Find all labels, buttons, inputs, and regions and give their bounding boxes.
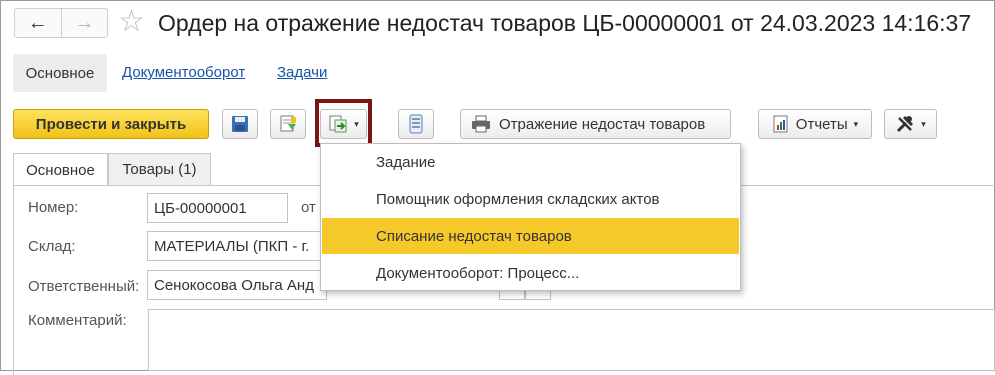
floppy-disk-icon [232, 116, 248, 132]
section-docflow-link[interactable]: Документооборот [122, 64, 245, 81]
printer-icon [472, 115, 490, 133]
reports-button[interactable]: Отчеты ▾ [758, 109, 872, 139]
tab-main[interactable]: Основное [13, 153, 108, 186]
responsible-field[interactable]: Сенокосова Ольга Анд [147, 270, 327, 300]
print-shortage-label: Отражение недостач товаров [499, 115, 706, 133]
post-document-icon [280, 115, 296, 132]
post-button[interactable] [270, 109, 306, 139]
report-icon [773, 115, 788, 133]
forward-arrow-icon[interactable]: → [62, 9, 108, 37]
document-structure-icon [409, 114, 423, 134]
page-title: Ордер на отражение недостач товаров ЦБ-0… [158, 10, 972, 36]
section-main[interactable]: Основное [13, 54, 107, 92]
menu-item-docflow-process[interactable]: Документооборот: Процесс... [322, 255, 739, 291]
post-and-close-button[interactable]: Провести и закрыть [13, 109, 209, 139]
warehouse-label: Склад: [28, 238, 76, 255]
back-arrow-icon[interactable]: ← [15, 9, 62, 37]
more-caret-icon: ▾ [921, 118, 926, 129]
menu-item-task[interactable]: Задание [322, 144, 739, 180]
form-border [13, 185, 14, 375]
menu-item-warehouse-acts-assistant[interactable]: Помощник оформления складских актов [322, 181, 739, 217]
more-actions-button[interactable]: ▾ [884, 109, 937, 139]
comment-label: Комментарий: [28, 312, 127, 329]
section-tasks-link[interactable]: Задачи [277, 64, 327, 81]
reports-caret-icon: ▾ [853, 118, 859, 129]
navigation-buttons: ← → [14, 8, 108, 38]
highlight-frame [315, 99, 372, 147]
reports-label: Отчеты [795, 115, 848, 133]
print-shortage-button[interactable]: Отражение недостач товаров [460, 109, 731, 139]
number-field[interactable]: ЦБ-00000001 [147, 193, 288, 223]
warehouse-field[interactable]: МАТЕРИАЛЫ (ПКП - г. [147, 231, 327, 261]
comment-textarea[interactable] [148, 309, 995, 371]
favorite-star-icon[interactable]: ☆ [118, 4, 145, 40]
responsible-label: Ответственный: [28, 278, 140, 295]
menu-item-writeoff-shortage[interactable]: Списание недостач товаров [322, 218, 739, 254]
create-based-on-menu: Задание Помощник оформления складских ак… [320, 143, 741, 291]
save-button[interactable] [222, 109, 258, 139]
structure-button[interactable] [398, 109, 434, 139]
number-label: Номер: [28, 199, 79, 216]
tab-goods[interactable]: Товары (1) [108, 153, 211, 185]
tools-icon [897, 115, 914, 133]
date-from-label: от [301, 199, 316, 216]
